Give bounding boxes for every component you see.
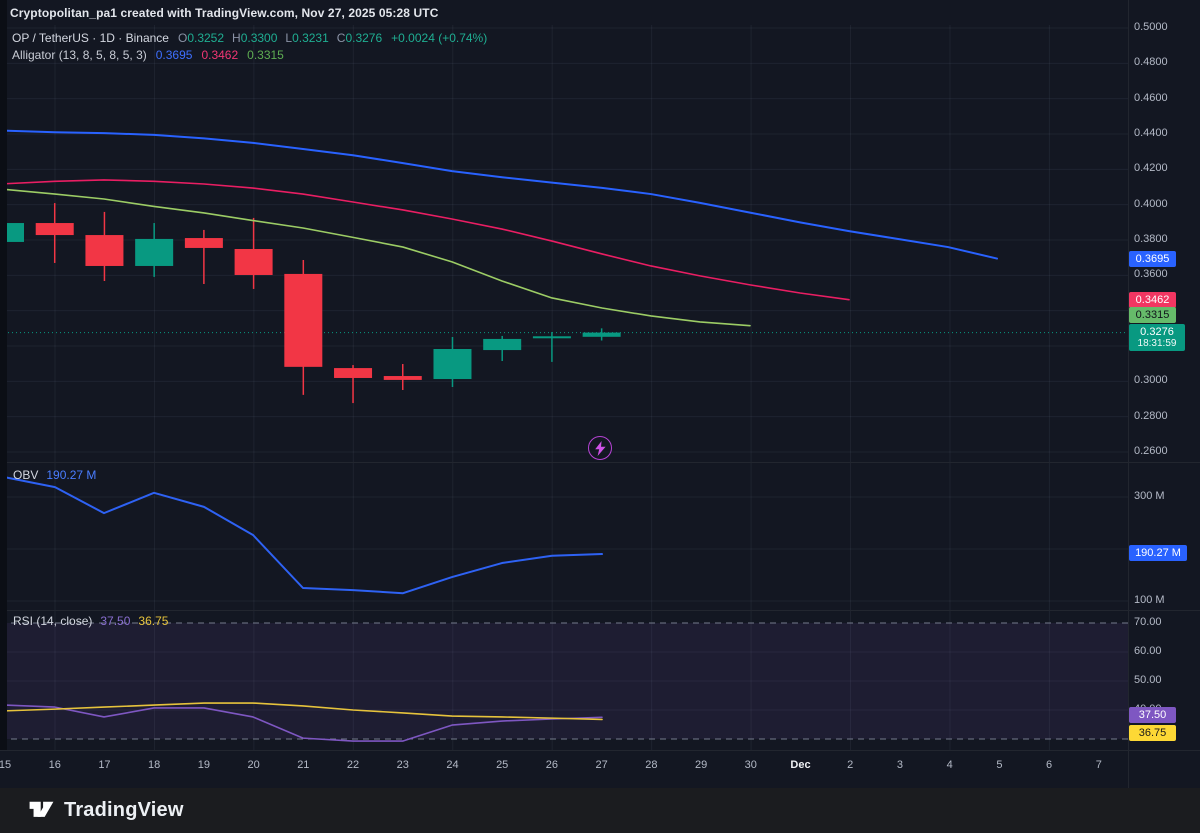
time-tick-label: 17 xyxy=(98,759,110,771)
price-tick-label: 0.3000 xyxy=(1134,374,1168,386)
price-tick-label: 0.2800 xyxy=(1134,410,1168,422)
flash-event-icon[interactable] xyxy=(588,436,612,460)
rsi-legend[interactable]: RSI (14, close) 37.50 36.75 xyxy=(13,614,168,628)
alligator-jaw-price-badge: 0.3695 xyxy=(1129,251,1176,267)
candle-body xyxy=(36,223,74,235)
obv-legend[interactable]: OBV 190.27 M xyxy=(13,468,96,482)
candle-body xyxy=(135,239,173,266)
time-tick-label: 27 xyxy=(596,759,608,771)
tradingview-chart-window: Cryptopolitan_pa1 created with TradingVi… xyxy=(0,0,1200,833)
page-title: Cryptopolitan_pa1 created with TradingVi… xyxy=(10,6,438,20)
ohlc-item: H0.3300 xyxy=(232,31,277,45)
tradingview-logo-icon[interactable] xyxy=(28,797,55,824)
time-tick-label: 30 xyxy=(745,759,757,771)
obv-line xyxy=(5,477,602,593)
price-tick-label: 0.4800 xyxy=(1134,56,1168,68)
ohlc-item: O0.3252 xyxy=(178,31,224,45)
candle-body xyxy=(85,235,123,266)
rsi-tick-label: 70.00 xyxy=(1134,616,1162,628)
time-tick-label: Dec xyxy=(790,759,810,771)
time-tick-label: 7 xyxy=(1096,759,1102,771)
time-tick-label: 25 xyxy=(496,759,508,771)
rsi-tick-label: 50.00 xyxy=(1134,674,1162,686)
time-tick-label: 18 xyxy=(148,759,160,771)
rsi-value: 37.50 xyxy=(100,614,130,628)
price-tick-label: 0.2600 xyxy=(1134,445,1168,457)
time-tick-label: 28 xyxy=(645,759,657,771)
alligator-lips-price-badge: 0.3315 xyxy=(1129,307,1176,323)
candle-body xyxy=(284,274,322,367)
rsi-ma-value: 36.75 xyxy=(138,614,168,628)
alligator-value: 0.3462 xyxy=(201,48,238,62)
tradingview-footer: TradingView xyxy=(0,788,1200,833)
time-tick-label: 2 xyxy=(847,759,853,771)
alligator-value: 0.3695 xyxy=(156,48,193,62)
obv-label: OBV xyxy=(13,468,38,482)
candle-body xyxy=(583,333,621,337)
obv-tick-label: 300 M xyxy=(1134,490,1165,502)
price-tick-label: 0.3600 xyxy=(1134,268,1168,280)
rsi-value-badge: 37.50 xyxy=(1129,707,1176,723)
candle-body xyxy=(384,376,422,380)
time-tick-label: 23 xyxy=(397,759,409,771)
candle-body xyxy=(235,249,273,275)
lightning-bolt-icon xyxy=(594,441,607,456)
time-tick-label: 6 xyxy=(1046,759,1052,771)
time-tick-label: 19 xyxy=(198,759,210,771)
time-tick-label: 5 xyxy=(996,759,1002,771)
time-tick-label: 15 xyxy=(0,759,11,771)
tradingview-brand-text[interactable]: TradingView xyxy=(64,799,184,822)
rsi-label: RSI (14, close) xyxy=(13,614,92,628)
chart-left-margin xyxy=(0,0,7,750)
time-tick-label: 24 xyxy=(446,759,458,771)
time-tick-label: 16 xyxy=(49,759,61,771)
current-price: 0.3276 xyxy=(1140,326,1174,338)
time-tick-label: 3 xyxy=(897,759,903,771)
ohlc-item: L0.3231 xyxy=(285,31,328,45)
alligator-legend[interactable]: Alligator (13, 8, 5, 8, 5, 3) 0.3695 0.34… xyxy=(12,48,284,62)
time-tick-label: 26 xyxy=(546,759,558,771)
obv-tick-label: 100 M xyxy=(1134,594,1165,606)
price-change: +0.0024 (+0.74%) xyxy=(391,31,487,45)
candle-body xyxy=(185,238,223,248)
rsi-ma-value-badge: 36.75 xyxy=(1129,725,1176,741)
alligator-teeth-price-badge: 0.3462 xyxy=(1129,292,1176,308)
price-tick-label: 0.4600 xyxy=(1134,92,1168,104)
time-tick-label: 21 xyxy=(297,759,309,771)
obv-value: 190.27 M xyxy=(46,468,96,482)
price-tick-label: 0.4400 xyxy=(1134,127,1168,139)
rsi-tick-label: 60.00 xyxy=(1134,645,1162,657)
time-tick-label: 4 xyxy=(947,759,953,771)
bar-countdown: 18:31:59 xyxy=(1138,338,1177,350)
chart-canvas[interactable] xyxy=(0,0,1200,788)
candle-body xyxy=(483,339,521,350)
candle-body xyxy=(533,336,571,338)
alligator-values: 0.3695 0.3462 0.3315 xyxy=(156,48,284,62)
time-tick-label: 22 xyxy=(347,759,359,771)
price-tick-label: 0.3800 xyxy=(1134,233,1168,245)
price-tick-label: 0.5000 xyxy=(1134,21,1168,33)
symbol-title: OP / TetherUS · 1D · Binance xyxy=(12,31,169,45)
obv-value-badge: 190.27 M xyxy=(1129,545,1187,561)
current-price-badge: 0.3276 18:31:59 xyxy=(1129,324,1185,351)
symbol-legend[interactable]: OP / TetherUS · 1D · Binance O0.3252 H0.3… xyxy=(12,31,487,45)
time-tick-label: 29 xyxy=(695,759,707,771)
alligator-label: Alligator (13, 8, 5, 8, 5, 3) xyxy=(12,48,147,62)
alligator-value: 0.3315 xyxy=(247,48,284,62)
price-tick-label: 0.4000 xyxy=(1134,198,1168,210)
ohlc-item: C0.3276 xyxy=(337,31,382,45)
candle-body xyxy=(433,349,471,379)
candle-body xyxy=(334,368,372,378)
ohlc-values: O0.3252 H0.3300 L0.3231 C0.3276 xyxy=(178,31,382,45)
time-tick-label: 20 xyxy=(247,759,259,771)
price-tick-label: 0.4200 xyxy=(1134,162,1168,174)
